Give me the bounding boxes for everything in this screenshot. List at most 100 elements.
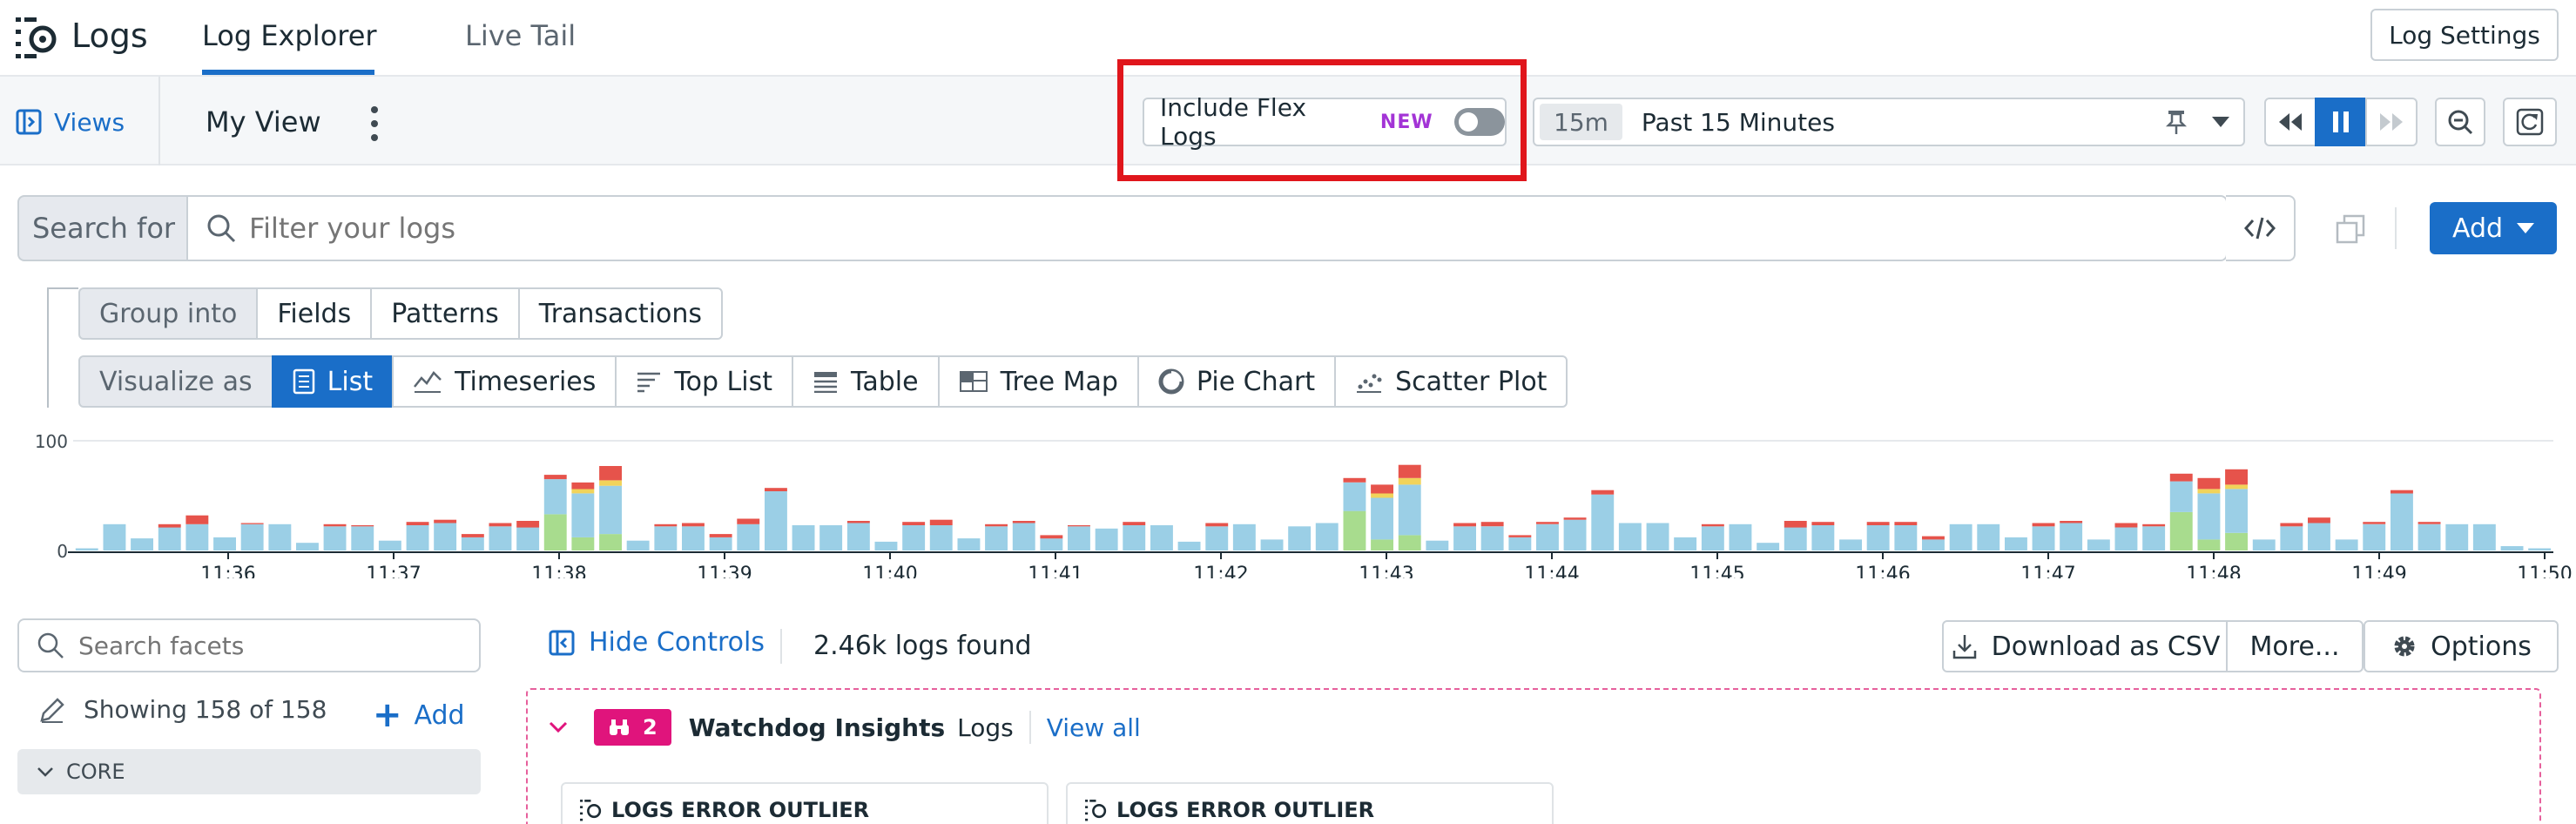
facet-section-core[interactable]: CORE	[17, 749, 481, 794]
visualize-option-timeseries[interactable]: Timeseries	[392, 355, 617, 408]
histogram-bar-warn[interactable]	[1371, 493, 1393, 498]
histogram-bar-error[interactable]	[902, 522, 926, 525]
chevron-down-icon[interactable]	[549, 721, 568, 733]
histogram-bar-info[interactable]	[1922, 539, 1945, 550]
histogram-bar-info[interactable]	[213, 537, 236, 550]
histogram-bar-info[interactable]	[1260, 539, 1284, 550]
visualize-option-top-list[interactable]: Top List	[615, 355, 793, 408]
histogram-bar-info[interactable]	[240, 523, 264, 550]
tab-log-explorer[interactable]: Log Explorer	[202, 12, 377, 59]
add-facet-button[interactable]: + Add	[373, 695, 465, 735]
histogram-bar-error[interactable]	[2032, 523, 2055, 527]
histogram-bar-info[interactable]	[2418, 523, 2441, 550]
histogram-bar-ok[interactable]	[1398, 535, 1421, 550]
histogram-bar-info[interactable]	[406, 525, 429, 550]
histogram-bar-warn[interactable]	[599, 480, 622, 486]
histogram-bar-error[interactable]	[929, 519, 953, 525]
histogram-bar-ok[interactable]	[599, 534, 622, 550]
histogram-bar-info[interactable]	[2445, 523, 2469, 550]
facet-search-box[interactable]	[17, 618, 481, 672]
histogram-bar-error[interactable]	[654, 523, 678, 527]
histogram-bar-info[interactable]	[1618, 523, 1642, 551]
more-button[interactable]: More...	[2226, 620, 2364, 672]
histogram-bar-error[interactable]	[1563, 517, 1587, 520]
histogram-bar-info[interactable]	[323, 526, 347, 550]
log-settings-button[interactable]: Log Settings	[2370, 9, 2559, 61]
histogram-bar-info[interactable]	[296, 543, 319, 550]
histogram-bar-info[interactable]	[1012, 523, 1035, 551]
histogram-bar-error[interactable]	[351, 525, 374, 527]
log-volume-histogram[interactable]: 0 100 11:36 11:37 11:38 11:39 11:40 11:41 11:42 1…	[0, 422, 2576, 578]
chevron-down-icon[interactable]	[2210, 113, 2231, 131]
histogram-bar-info[interactable]	[792, 525, 815, 550]
histogram-bar-error[interactable]	[2197, 477, 2221, 490]
histogram-bar-info[interactable]	[682, 526, 705, 550]
histogram-bar-error[interactable]	[2060, 521, 2083, 523]
histogram-bar-error[interactable]	[1040, 535, 1063, 539]
histogram-bar-ok[interactable]	[1371, 539, 1393, 550]
histogram-bar-info[interactable]	[765, 491, 787, 550]
histogram-bar-error[interactable]	[765, 488, 787, 491]
histogram-bar-error[interactable]	[2391, 490, 2413, 494]
histogram-bar-info[interactable]	[2363, 523, 2386, 550]
histogram-bar-info[interactable]	[819, 525, 843, 550]
histogram-bar-info[interactable]	[1536, 523, 1559, 550]
histogram-bar-info[interactable]	[737, 523, 760, 550]
view-title[interactable]: My View	[206, 99, 321, 145]
histogram-bar-info[interactable]	[131, 538, 153, 550]
visualize-option-list[interactable]: List	[271, 355, 394, 408]
histogram-bar-warn[interactable]	[2225, 484, 2248, 490]
histogram-bar-error[interactable]	[1811, 522, 1835, 525]
pin-icon[interactable]	[2163, 108, 2189, 136]
histogram-bar-error[interactable]	[1398, 464, 1421, 478]
histogram-bar-error[interactable]	[709, 534, 732, 537]
download-csv-button[interactable]: Download as CSV	[1942, 620, 2229, 672]
histogram-bar-error[interactable]	[1701, 523, 1724, 527]
histogram-bar-info[interactable]	[1315, 523, 1339, 551]
search-box[interactable]	[186, 195, 2228, 261]
histogram-bar-error[interactable]	[2280, 523, 2303, 527]
histogram-bar-info[interactable]	[1040, 538, 1063, 550]
histogram-bar-info[interactable]	[571, 493, 595, 537]
histogram-bar-info[interactable]	[2252, 539, 2276, 550]
histogram-bar-info[interactable]	[2169, 481, 2193, 512]
rewind-button[interactable]	[2264, 98, 2316, 146]
histogram-bar-error[interactable]	[461, 534, 484, 537]
histogram-bar-error[interactable]	[543, 475, 567, 480]
visualize-option-tree-map[interactable]: Tree Map	[937, 355, 1139, 408]
histogram-bar-error[interactable]	[489, 523, 512, 527]
histogram-bar-info[interactable]	[1177, 541, 1201, 550]
histogram-bar-error[interactable]	[2169, 473, 2193, 482]
histogram-bar-info[interactable]	[2500, 546, 2524, 550]
histogram-bar-info[interactable]	[654, 526, 678, 550]
histogram-bar-info[interactable]	[2335, 539, 2358, 550]
histogram-bar-error[interactable]	[682, 523, 705, 527]
group-option-fields[interactable]: Fields	[256, 287, 373, 340]
histogram-bar-error[interactable]	[846, 521, 870, 523]
histogram-bar-info[interactable]	[103, 523, 126, 550]
histogram-bar-error[interactable]	[158, 523, 181, 528]
histogram-bar-error[interactable]	[1123, 522, 1146, 525]
histogram-bar-info[interactable]	[516, 527, 540, 551]
time-range-picker[interactable]: 15m Past 15 Minutes	[1533, 98, 2245, 146]
histogram-bar-info[interactable]	[1977, 523, 2000, 550]
histogram-bar-info[interactable]	[1232, 523, 1256, 550]
histogram-bar-warn[interactable]	[2197, 489, 2221, 494]
add-button[interactable]: Add	[2430, 202, 2557, 254]
insight-card[interactable]: LOGS ERROR OUTLIER	[561, 782, 1049, 824]
histogram-bar-info[interactable]	[2114, 527, 2138, 551]
histogram-bar-info[interactable]	[1205, 526, 1229, 550]
pause-button[interactable]	[2315, 98, 2367, 146]
histogram-bar-info[interactable]	[378, 540, 401, 550]
histogram-bar-info[interactable]	[1508, 537, 1532, 550]
histogram-bar-warn[interactable]	[571, 489, 595, 494]
histogram-bar-info[interactable]	[1150, 525, 1173, 550]
histogram-bar-error[interactable]	[1453, 523, 1476, 527]
histogram-bar-info[interactable]	[2032, 526, 2055, 550]
copy-icon[interactable]	[2336, 214, 2365, 244]
histogram-bar-info[interactable]	[158, 527, 181, 551]
histogram-bar-info[interactable]	[489, 526, 512, 550]
histogram-bar-info[interactable]	[1646, 523, 1669, 551]
histogram-bar-info[interactable]	[1426, 540, 1449, 550]
histogram-bar-info[interactable]	[2060, 523, 2083, 551]
